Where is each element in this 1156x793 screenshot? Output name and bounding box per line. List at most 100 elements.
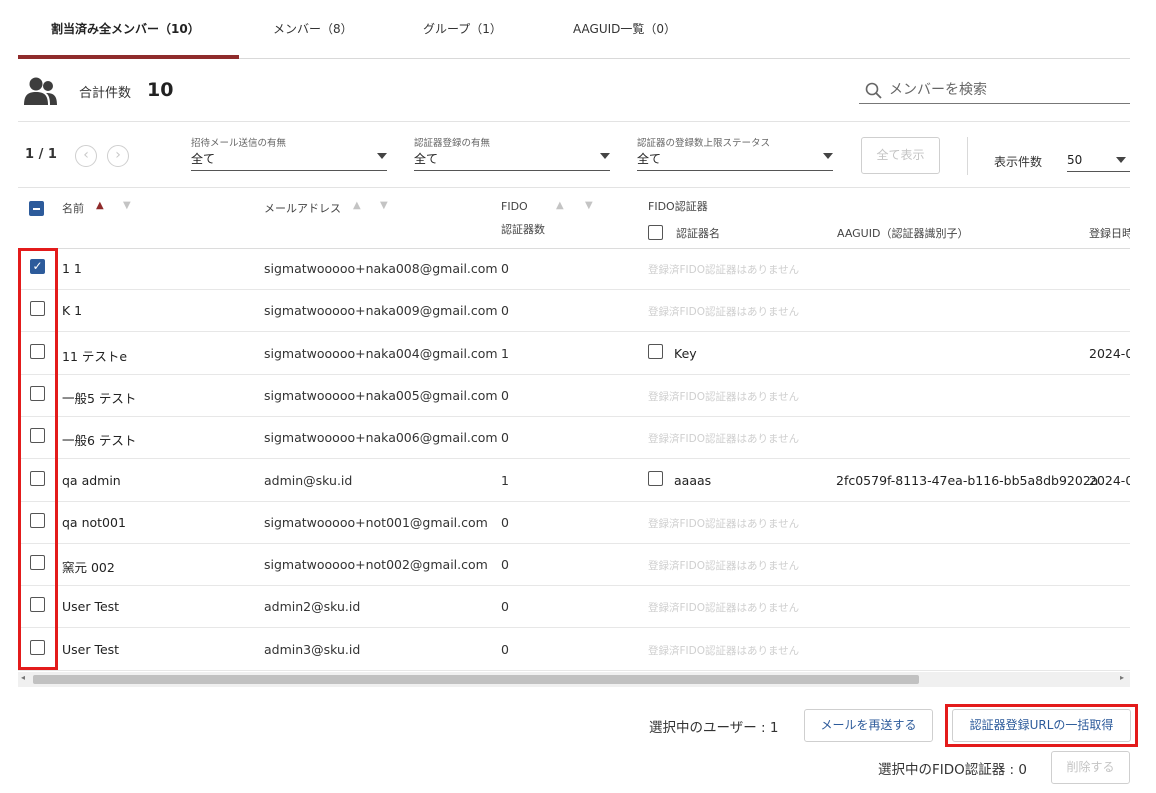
member-name: User Test [62, 599, 120, 615]
selected-fido-count: 選択中のFIDO認証器 : 0 [878, 762, 1027, 778]
authenticator-name: aaaas [674, 472, 712, 488]
invite-mail-filter[interactable]: 招待メール送信の有無 全て [191, 135, 387, 171]
authenticator-registered-filter[interactable]: 認証器登録の有無 全て [414, 135, 610, 171]
dropdown-caret-icon [377, 153, 387, 159]
fido-count: 0 [501, 303, 509, 319]
tab-members[interactable]: メンバー（8） [273, 20, 353, 37]
select-all-authenticators-checkbox[interactable] [648, 225, 663, 240]
no-authenticator-text: 登録済FIDO認証器はありません [648, 560, 800, 573]
member-email: admin2@sku.id [264, 599, 361, 615]
filter-label: 認証器の登録数上限ステータス [637, 138, 771, 149]
column-header-registered-at: 登録日時 [1089, 227, 1130, 240]
filter-label: 認証器登録の有無 [414, 138, 491, 149]
search-icon [865, 82, 882, 99]
divider [18, 121, 1130, 122]
authenticator-checkbox[interactable] [648, 343, 663, 359]
member-email: sigmatwooooo+not001@gmail.com [264, 514, 488, 530]
member-email: sigmatwooooo+naka006@gmail.com [264, 430, 498, 446]
delete-button[interactable]: 削除する [1051, 751, 1130, 784]
authenticator-checkbox[interactable] [648, 470, 663, 486]
dropdown-caret-icon [1116, 157, 1126, 163]
column-header-email[interactable]: メールアドレス [264, 200, 341, 216]
per-page-value: 50 [1067, 153, 1083, 167]
filter-value: 全て [414, 152, 439, 166]
fido-count: 0 [501, 641, 509, 657]
bulk-registration-url-button[interactable]: 認証器登録URLの一括取得 [952, 709, 1131, 742]
table-row[interactable]: 一般6 テスト sigmatwooooo+naka006@gmail.com 0 登録… [18, 417, 1130, 460]
member-name: 窯元 002 [62, 560, 115, 576]
search-input[interactable] [889, 78, 1125, 102]
sort-desc-icon[interactable]: ▼ [585, 200, 593, 211]
tab-groups[interactable]: グループ（1） [423, 20, 502, 37]
fido-count: 1 [501, 345, 509, 361]
registered-date: 2024-04 [1089, 345, 1130, 361]
fido-count: 0 [501, 387, 509, 403]
column-header-name[interactable]: 名前 [62, 200, 84, 216]
show-all-button[interactable]: 全て表示 [861, 137, 940, 174]
sort-asc-icon[interactable]: ▲ [353, 200, 361, 211]
divider [18, 187, 1130, 188]
tab-bar: 割当済み全メンバー（10） メンバー（8） グループ（1） AAGUID一覧（0… [18, 0, 1130, 59]
table-row[interactable]: qa admin admin@sku.id 1 aaaas 2fc0579f-8113-… [18, 460, 1130, 502]
filter-label: 招待メール送信の有無 [191, 138, 287, 149]
sort-asc-icon[interactable]: ▲ [556, 200, 564, 211]
total-count-value: 10 [147, 79, 174, 101]
tab-all-members[interactable]: 割当済み全メンバー（10） [51, 20, 200, 37]
member-email: admin3@sku.id [264, 641, 361, 657]
dropdown-caret-icon [600, 153, 610, 159]
sort-asc-icon[interactable]: ▲ [96, 200, 104, 211]
table-row[interactable]: 一般5 テスト sigmatwooooo+naka005@gmail.com 0 登録… [18, 375, 1130, 417]
scrollbar-thumb[interactable] [33, 675, 919, 684]
dropdown-caret-icon [823, 153, 833, 159]
member-email: sigmatwooooo+naka004@gmail.com [264, 345, 498, 361]
no-authenticator-text: 登録済FIDO認証器はありません [648, 306, 800, 319]
users-icon [24, 77, 57, 105]
table-row[interactable]: K 1 sigmatwooooo+naka009@gmail.com 0 登録済FID… [18, 290, 1130, 333]
no-authenticator-text: 登録済FIDO認証器はありません [648, 602, 800, 615]
member-name: 一般6 テスト [62, 433, 137, 449]
tab-aaguid-list[interactable]: AAGUID一覧（0） [573, 20, 676, 37]
search-field[interactable] [859, 78, 1130, 104]
fido-count: 0 [501, 514, 509, 530]
next-page-button[interactable]: › [107, 145, 129, 167]
fido-count: 0 [501, 261, 509, 276]
divider [967, 137, 968, 175]
sort-desc-icon[interactable]: ▼ [123, 200, 131, 211]
resend-mail-button[interactable]: メールを再送する [804, 709, 933, 742]
no-authenticator-text: 登録済FIDO認証器はありません [648, 517, 800, 530]
page-indicator: 1 / 1 [25, 147, 57, 162]
no-authenticator-text: 登録済FIDO認証器はありません [648, 390, 800, 403]
member-email: admin@sku.id [264, 472, 353, 488]
member-email: sigmatwooooo+naka008@gmail.com [264, 261, 498, 276]
fido-count: 0 [501, 557, 509, 573]
table-row[interactable]: User Test admin2@sku.id 0 登録済FIDO認証器はありません [18, 586, 1130, 629]
member-name: 11 テストe [62, 348, 128, 364]
table-row[interactable]: User Test admin3@sku.id 0 登録済FIDO認証器はありません [18, 629, 1130, 671]
column-header-fido[interactable]: FIDO [501, 200, 528, 213]
per-page-select[interactable]: 50 [1067, 144, 1130, 172]
row-checkbox-highlight [18, 248, 58, 670]
member-name: K 1 [62, 303, 83, 319]
member-name: 一般5 テスト [62, 390, 137, 406]
member-name: qa not001 [62, 514, 126, 530]
total-count-label: 合計件数 [79, 86, 132, 101]
table-row[interactable]: qa not001 sigmatwooooo+not001@gmail.com 0 登… [18, 502, 1130, 544]
per-page-label: 表示件数 [994, 155, 1043, 169]
registration-limit-filter[interactable]: 認証器の登録数上限ステータス 全て [637, 135, 833, 171]
table-row[interactable]: 窯元 002 sigmatwooooo+not002@gmail.com 0 登録済F… [18, 544, 1130, 587]
select-all-checkbox[interactable] [29, 201, 44, 216]
member-name: User Test [62, 641, 120, 657]
table-row[interactable]: ✓ 1 1 sigmatwooooo+naka008@gmail.com 0 登録済FI… [18, 248, 1130, 290]
member-email: sigmatwooooo+not002@gmail.com [264, 557, 488, 573]
sort-desc-icon[interactable]: ▼ [380, 200, 388, 211]
fido-count: 0 [501, 430, 509, 446]
no-authenticator-text: 登録済FIDO認証器はありません [648, 264, 800, 276]
scroll-right-icon[interactable]: ▸ [1120, 673, 1124, 682]
member-email: sigmatwooooo+naka009@gmail.com [264, 303, 498, 319]
member-name: 1 1 [62, 261, 82, 276]
scroll-left-icon[interactable]: ◂ [21, 673, 25, 682]
filter-value: 全て [637, 152, 662, 166]
table-row[interactable]: 11 テストe sigmatwooooo+naka004@gmail.com 1 Ke… [18, 333, 1130, 375]
prev-page-button[interactable]: ‹ [75, 145, 97, 167]
selected-users-count: 選択中のユーザー : 1 [649, 720, 779, 736]
